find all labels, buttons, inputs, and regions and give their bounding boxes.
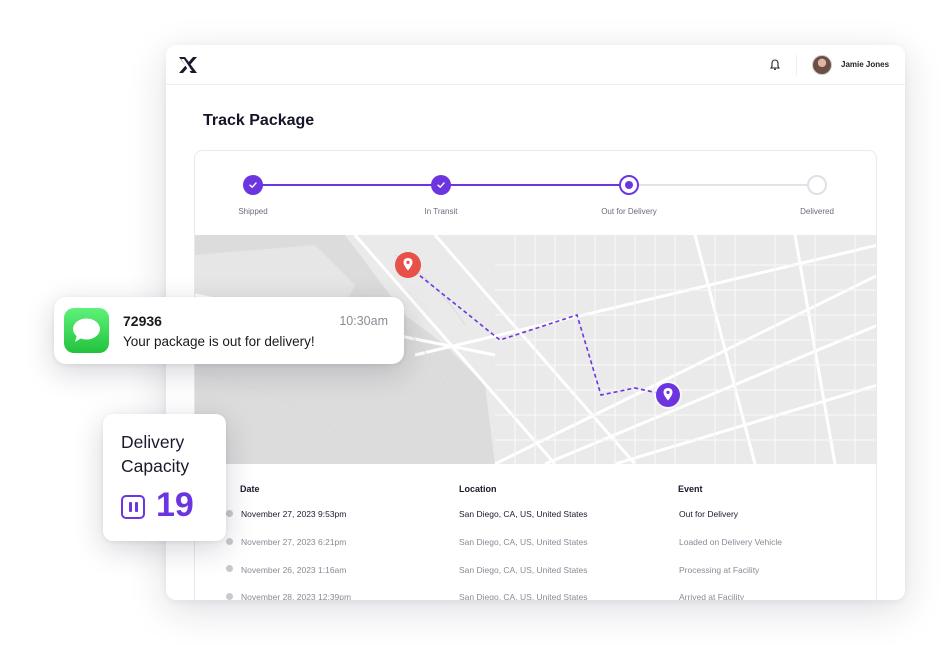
column-header-date: Date: [240, 484, 260, 494]
sms-notification[interactable]: 72936 10:30am Your package is out for de…: [54, 297, 404, 364]
row-date: November 27, 2023 9:53pm: [241, 509, 347, 519]
top-bar: Jamie Jones: [166, 45, 905, 85]
row-date: November 27, 2023 6:21pm: [241, 537, 347, 547]
timeline-dot: [226, 510, 233, 517]
row-event: Out for Delivery: [679, 509, 739, 519]
origin-location-pin-icon: [395, 252, 421, 278]
messages-app-icon: [64, 308, 109, 353]
step-label-out-for-delivery: Out for Delivery: [601, 207, 657, 216]
timeline-dot: [226, 593, 233, 600]
step-shipped-check-icon: [243, 175, 263, 195]
column-header-event: Event: [678, 484, 703, 494]
pause-square-icon: [121, 495, 145, 519]
tracking-card: Shipped In Transit Out for Delivery Deli…: [194, 150, 877, 600]
timeline-dot: [226, 565, 233, 572]
destination-location-pin-icon: [654, 381, 682, 409]
capacity-title: Delivery Capacity: [121, 432, 190, 476]
row-event: Arrived at Facility: [679, 592, 745, 600]
notification-message: Your package is out for delivery!: [123, 334, 315, 349]
step-in-transit-check-icon: [431, 175, 451, 195]
row-location: San Diego, CA, US, United States: [459, 537, 588, 547]
row-event: Loaded on Delivery Vehicle: [679, 537, 783, 547]
row-date: November 28, 2023 12:39pm: [241, 592, 352, 600]
step-label-shipped: Shipped: [238, 207, 268, 216]
step-out-for-delivery-dot: [619, 175, 639, 195]
step-label-in-transit: In Transit: [424, 207, 458, 216]
notification-sender: 72936: [123, 313, 162, 329]
avatar[interactable]: [812, 55, 832, 75]
row-location: San Diego, CA, US, United States: [459, 592, 588, 600]
topbar-divider: [796, 55, 797, 75]
brand-logo[interactable]: [178, 56, 198, 74]
row-location: San Diego, CA, US, United States: [459, 565, 588, 575]
notification-time: 10:30am: [339, 314, 388, 328]
row-location: San Diego, CA, US, United States: [459, 509, 588, 519]
page-title: Track Package: [203, 112, 315, 129]
capacity-value: 19: [156, 486, 194, 524]
step-label-delivered: Delivered: [800, 207, 834, 216]
user-name[interactable]: Jamie Jones: [841, 60, 889, 69]
column-header-location: Location: [459, 484, 497, 494]
step-connector-1: [253, 184, 441, 186]
bell-icon[interactable]: [770, 59, 780, 71]
step-delivered-dot: [807, 175, 827, 195]
delivery-capacity-card: Delivery Capacity 19: [103, 414, 226, 541]
row-date: November 26, 2023 1:16am: [241, 565, 347, 575]
step-connector-3: [629, 184, 817, 186]
step-connector-2: [441, 184, 629, 186]
timeline-dot: [226, 538, 233, 545]
row-event: Processing at Facility: [679, 565, 760, 575]
